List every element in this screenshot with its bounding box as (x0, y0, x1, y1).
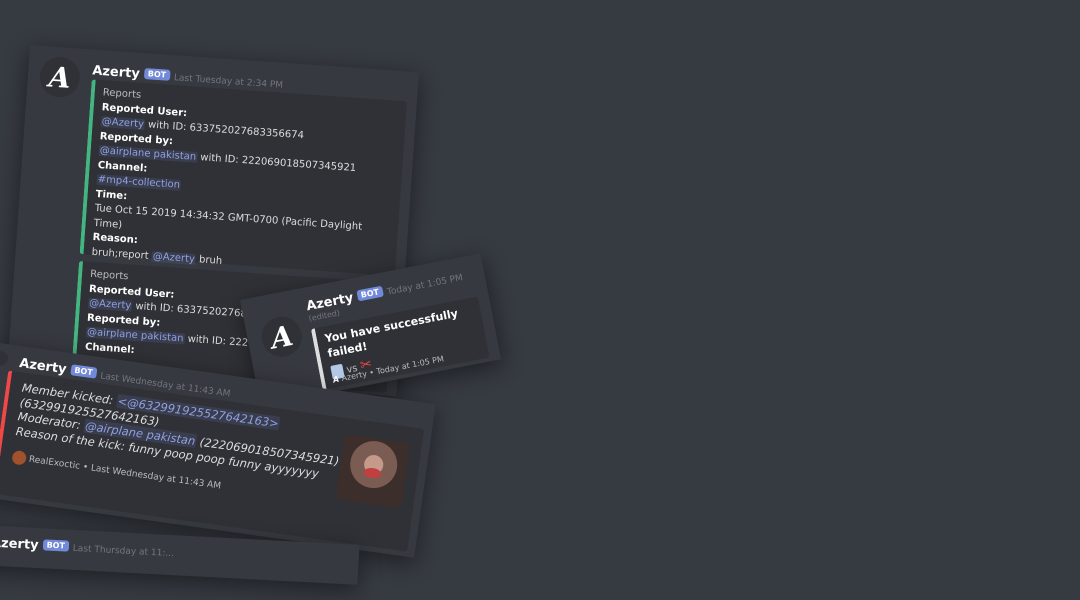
avatar-partial (0, 350, 9, 367)
avatar-letter: A (267, 318, 296, 355)
monkey-thumbnail[interactable] (335, 433, 411, 509)
footer-name: Azerty (340, 369, 368, 383)
bot-tag: BOT (42, 539, 70, 552)
user-mention[interactable]: @Azerty (100, 116, 146, 131)
avatar-letter: A (47, 59, 72, 95)
message-header: Azerty BOT Last Thursday at 11:... (0, 532, 175, 561)
report-embed: Reports Reported User: @Azerty with ID: … (79, 79, 407, 277)
message-timestamp[interactable]: Today at 1:05 PM (386, 273, 464, 298)
user-mention[interactable]: @Azerty (87, 297, 133, 312)
footer-icon: A (332, 374, 340, 385)
bot-avatar[interactable]: A (258, 313, 306, 361)
footer-time: Last Wednesday at 11:43 AM (90, 463, 222, 492)
bot-tag: BOT (143, 68, 171, 81)
bot-tag: BOT (355, 285, 384, 302)
bot-avatar[interactable]: A (38, 55, 82, 99)
bot-username[interactable]: Azerty (0, 536, 39, 553)
bot-tag: BOT (69, 364, 98, 379)
footer-avatar (11, 449, 28, 466)
monkey-lips (362, 466, 383, 480)
reason-text: bruh (198, 253, 223, 267)
user-mention[interactable]: @Azerty (151, 250, 197, 265)
message-timestamp[interactable]: Last Thursday at 11:... (73, 544, 175, 559)
reason-text: bruh;report (91, 246, 150, 262)
footer-name: RealExoctic (28, 454, 81, 472)
